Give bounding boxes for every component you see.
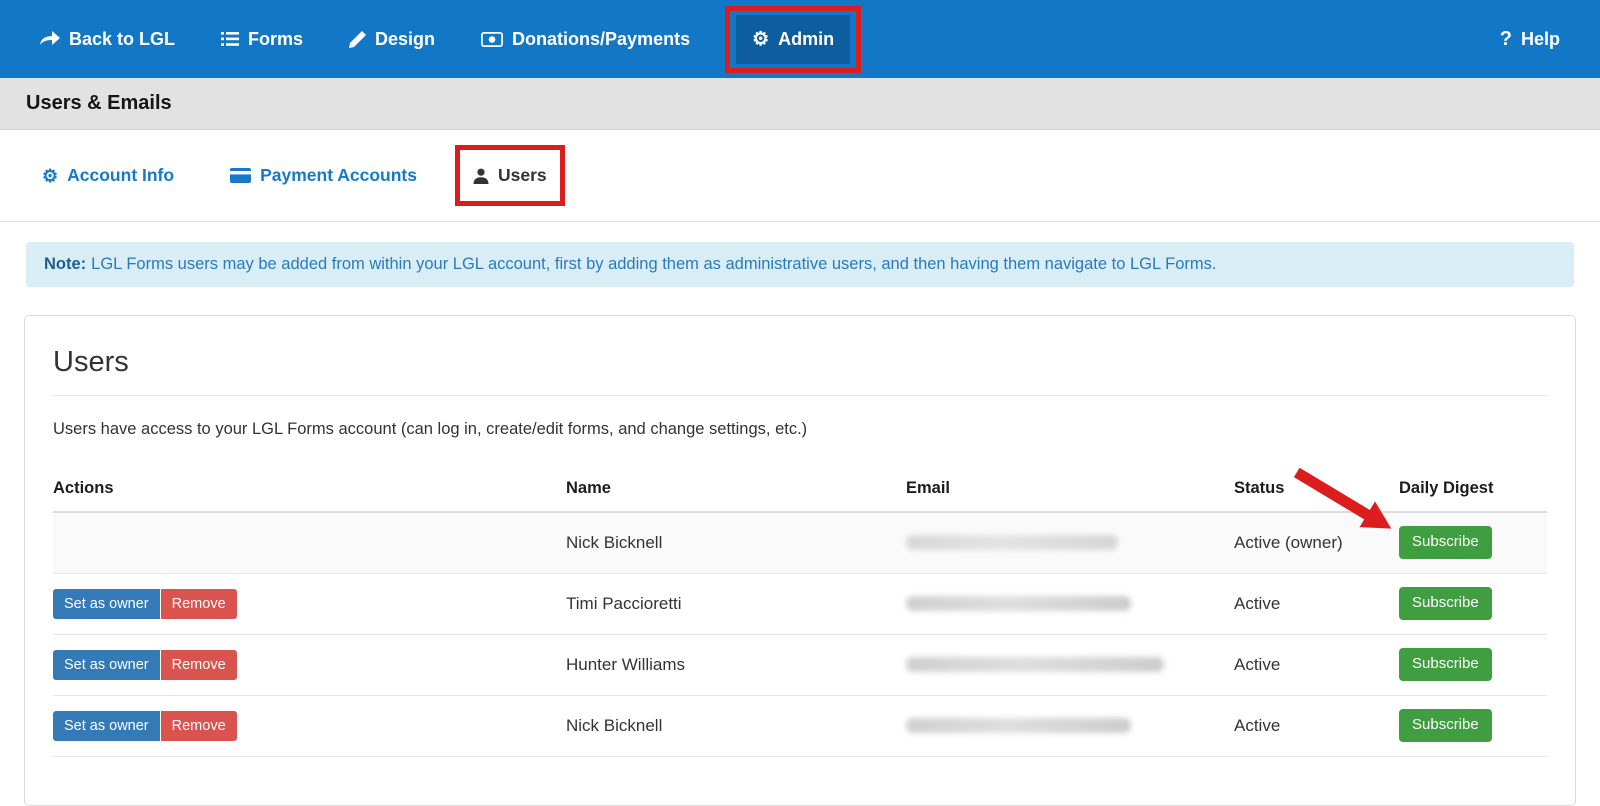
nav-item-label: Donations/Payments xyxy=(512,28,691,49)
status-cell: Active xyxy=(1234,635,1399,695)
email-redacted xyxy=(906,535,1118,551)
user-name: Timi Paccioretti xyxy=(566,593,682,613)
user-status: Active (owner) xyxy=(1234,532,1343,552)
remove-button[interactable]: Remove xyxy=(160,649,237,680)
user-name: Nick Bicknell xyxy=(566,715,663,735)
daily-digest-cell: Subscribe xyxy=(1399,696,1547,756)
table-row: Nick Bicknell Active (owner) Subscribe xyxy=(53,467,1547,574)
tab-payment-accounts[interactable]: Payment Accounts xyxy=(230,165,417,186)
action-buttons: Set as owner Remove xyxy=(53,588,237,619)
list-icon xyxy=(221,32,240,46)
gear-icon: ⚙ xyxy=(42,165,59,186)
panel-title: Users xyxy=(53,345,129,378)
action-buttons: Set as owner Remove xyxy=(53,649,237,680)
nav-item-label: Help xyxy=(1520,28,1560,49)
reply-arrow-icon xyxy=(40,31,60,47)
note-banner: Note: LGL Forms users may be added from w… xyxy=(26,242,1574,287)
user-status: Active xyxy=(1234,593,1281,613)
nav-item-forms[interactable]: Forms xyxy=(221,29,303,50)
remove-button[interactable]: Remove xyxy=(160,588,237,619)
nav-item-donations-payments[interactable]: Donations/Payments xyxy=(481,29,690,50)
user-status: Active xyxy=(1234,654,1281,674)
set-owner-button[interactable]: Set as owner xyxy=(53,588,160,619)
action-buttons: Set as owner Remove xyxy=(53,710,237,741)
daily-digest-cell: Subscribe xyxy=(1399,574,1547,634)
email-cell xyxy=(906,696,1234,756)
nav-item-label: Back to LGL xyxy=(69,28,176,49)
actions-cell: Set as owner Remove xyxy=(53,635,566,695)
subscribe-button[interactable]: Subscribe xyxy=(1399,648,1492,681)
set-owner-button[interactable]: Set as owner xyxy=(53,710,160,741)
daily-digest-cell: Subscribe xyxy=(1399,635,1547,695)
nav-item-label: Admin xyxy=(778,28,835,49)
subscribe-button[interactable]: Subscribe xyxy=(1399,587,1492,620)
email-redacted xyxy=(906,596,1131,612)
status-cell: Active xyxy=(1234,574,1399,634)
user-name: Nick Bicknell xyxy=(566,532,663,552)
name-cell: Hunter Williams xyxy=(566,635,906,695)
users-table-body: Nick Bicknell Active (owner) Subscribe S… xyxy=(53,467,1547,757)
tab-label: Payment Accounts xyxy=(260,165,417,185)
column-header-actions: Actions xyxy=(53,479,114,498)
tab-label: Account Info xyxy=(67,165,175,185)
table-row: Set as owner Remove Hunter Williams Activ… xyxy=(53,635,1547,696)
email-redacted xyxy=(906,718,1131,734)
tab-users[interactable]: Users xyxy=(454,145,565,206)
users-panel: Users Users have access to your LGL Form… xyxy=(24,314,1576,806)
daily-digest-cell: Subscribe xyxy=(1293,467,1547,573)
note-text: LGL Forms users may be added from within… xyxy=(91,255,1217,273)
user-name: Hunter Williams xyxy=(566,654,686,674)
column-header-name: Name xyxy=(566,479,611,498)
remove-button[interactable]: Remove xyxy=(160,710,237,741)
note-prefix: Note: xyxy=(44,255,87,273)
page-titlebar: Users & Emails xyxy=(0,78,1600,130)
credit-card-icon xyxy=(230,168,252,183)
email-cell xyxy=(906,635,1234,695)
question-icon: ? xyxy=(1499,28,1512,50)
nav-item-label: Forms xyxy=(248,28,304,49)
money-icon xyxy=(481,31,503,47)
top-navbar: Back to LGL Forms Design Donations/Payme… xyxy=(0,0,1600,78)
status-cell: Active (owner) xyxy=(1234,513,1399,573)
users-table-header: Actions Name Email Status Daily Digest xyxy=(53,467,1547,513)
nav-item-admin[interactable]: ⚙ Admin xyxy=(725,5,862,73)
divider xyxy=(53,394,1547,396)
actions-cell xyxy=(53,513,566,573)
column-header-email: Email xyxy=(906,479,951,498)
tab-account-info[interactable]: ⚙ Account Info xyxy=(42,165,174,186)
email-cell xyxy=(906,574,1234,634)
name-cell: Nick Bicknell xyxy=(566,696,906,756)
panel-description: Users have access to your LGL Forms acco… xyxy=(53,419,808,438)
users-table: Actions Name Email Status Daily Digest N… xyxy=(53,467,1547,757)
email-redacted xyxy=(906,657,1164,673)
tab-bar: ⚙ Account Info Payment Accounts Users xyxy=(0,130,1600,222)
table-row: Set as owner Remove Timi Paccioretti Acti… xyxy=(53,574,1547,635)
nav-item-back-to-lgl[interactable]: Back to LGL xyxy=(40,29,175,50)
nav-item-help[interactable]: ? Help xyxy=(1500,29,1560,50)
person-icon xyxy=(473,168,489,184)
set-owner-button[interactable]: Set as owner xyxy=(53,649,160,680)
page-title: Users & Emails xyxy=(26,92,172,114)
nav-item-label: Design xyxy=(375,28,436,49)
nav-item-design[interactable]: Design xyxy=(349,29,435,50)
actions-cell: Set as owner Remove xyxy=(53,574,566,634)
gear-icon: ⚙ xyxy=(752,28,770,50)
column-header-status: Status xyxy=(1234,479,1285,498)
actions-cell: Set as owner Remove xyxy=(53,696,566,756)
table-row: Set as owner Remove Nick Bicknell Active … xyxy=(53,696,1547,757)
name-cell: Timi Paccioretti xyxy=(566,574,906,634)
subscribe-button[interactable]: Subscribe xyxy=(1399,526,1492,559)
pencil-icon xyxy=(349,30,367,48)
name-cell: Nick Bicknell xyxy=(566,513,906,573)
column-header-daily-digest: Daily Digest xyxy=(1399,479,1494,498)
status-cell: Active xyxy=(1234,696,1399,756)
user-status: Active xyxy=(1234,715,1281,735)
subscribe-button[interactable]: Subscribe xyxy=(1399,709,1492,742)
tab-label: Users xyxy=(497,165,547,185)
email-cell xyxy=(906,513,1234,573)
